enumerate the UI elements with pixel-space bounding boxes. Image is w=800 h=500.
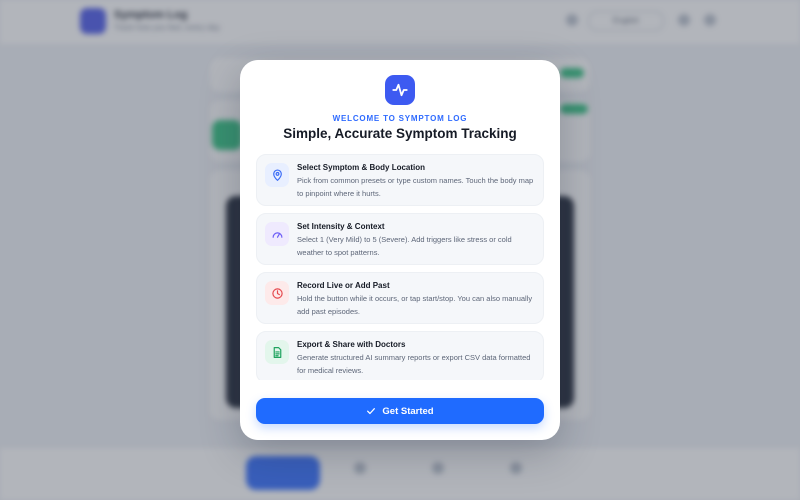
map-pin-icon (265, 163, 289, 187)
welcome-eyebrow: WELCOME TO SYMPTOM LOG (332, 114, 468, 123)
get-started-label: Get Started (382, 405, 434, 417)
feature-item: Export & Share with Doctors Generate str… (256, 331, 544, 380)
welcome-headline: Simple, Accurate Symptom Tracking (283, 126, 517, 141)
feature-title: Export & Share with Doctors (297, 340, 406, 349)
welcome-modal: WELCOME TO SYMPTOM LOG Simple, Accurate … (240, 60, 560, 440)
check-icon (367, 408, 376, 415)
get-started-button[interactable]: Get Started (256, 398, 544, 424)
gauge-icon (265, 222, 289, 246)
feature-item: Record Live or Add Past Hold the button … (256, 272, 544, 324)
feature-description: Generate structured AI summary reports o… (297, 353, 531, 375)
feature-item: Set Intensity & Context Select 1 (Very M… (256, 213, 544, 265)
feature-item: Select Symptom & Body Location Pick from… (256, 154, 544, 206)
feature-list: Select Symptom & Body Location Pick from… (256, 154, 544, 380)
feature-description: Select 1 (Very Mild) to 5 (Severe). Add … (297, 235, 512, 257)
feature-description: Pick from common presets or type custom … (297, 176, 534, 198)
feature-title: Set Intensity & Context (297, 222, 385, 231)
clock-icon (265, 281, 289, 305)
document-icon (265, 340, 289, 364)
activity-pulse-icon (385, 75, 415, 105)
feature-title: Record Live or Add Past (297, 281, 390, 290)
feature-description: Hold the button while it occurs, or tap … (297, 294, 533, 316)
feature-title: Select Symptom & Body Location (297, 163, 426, 172)
